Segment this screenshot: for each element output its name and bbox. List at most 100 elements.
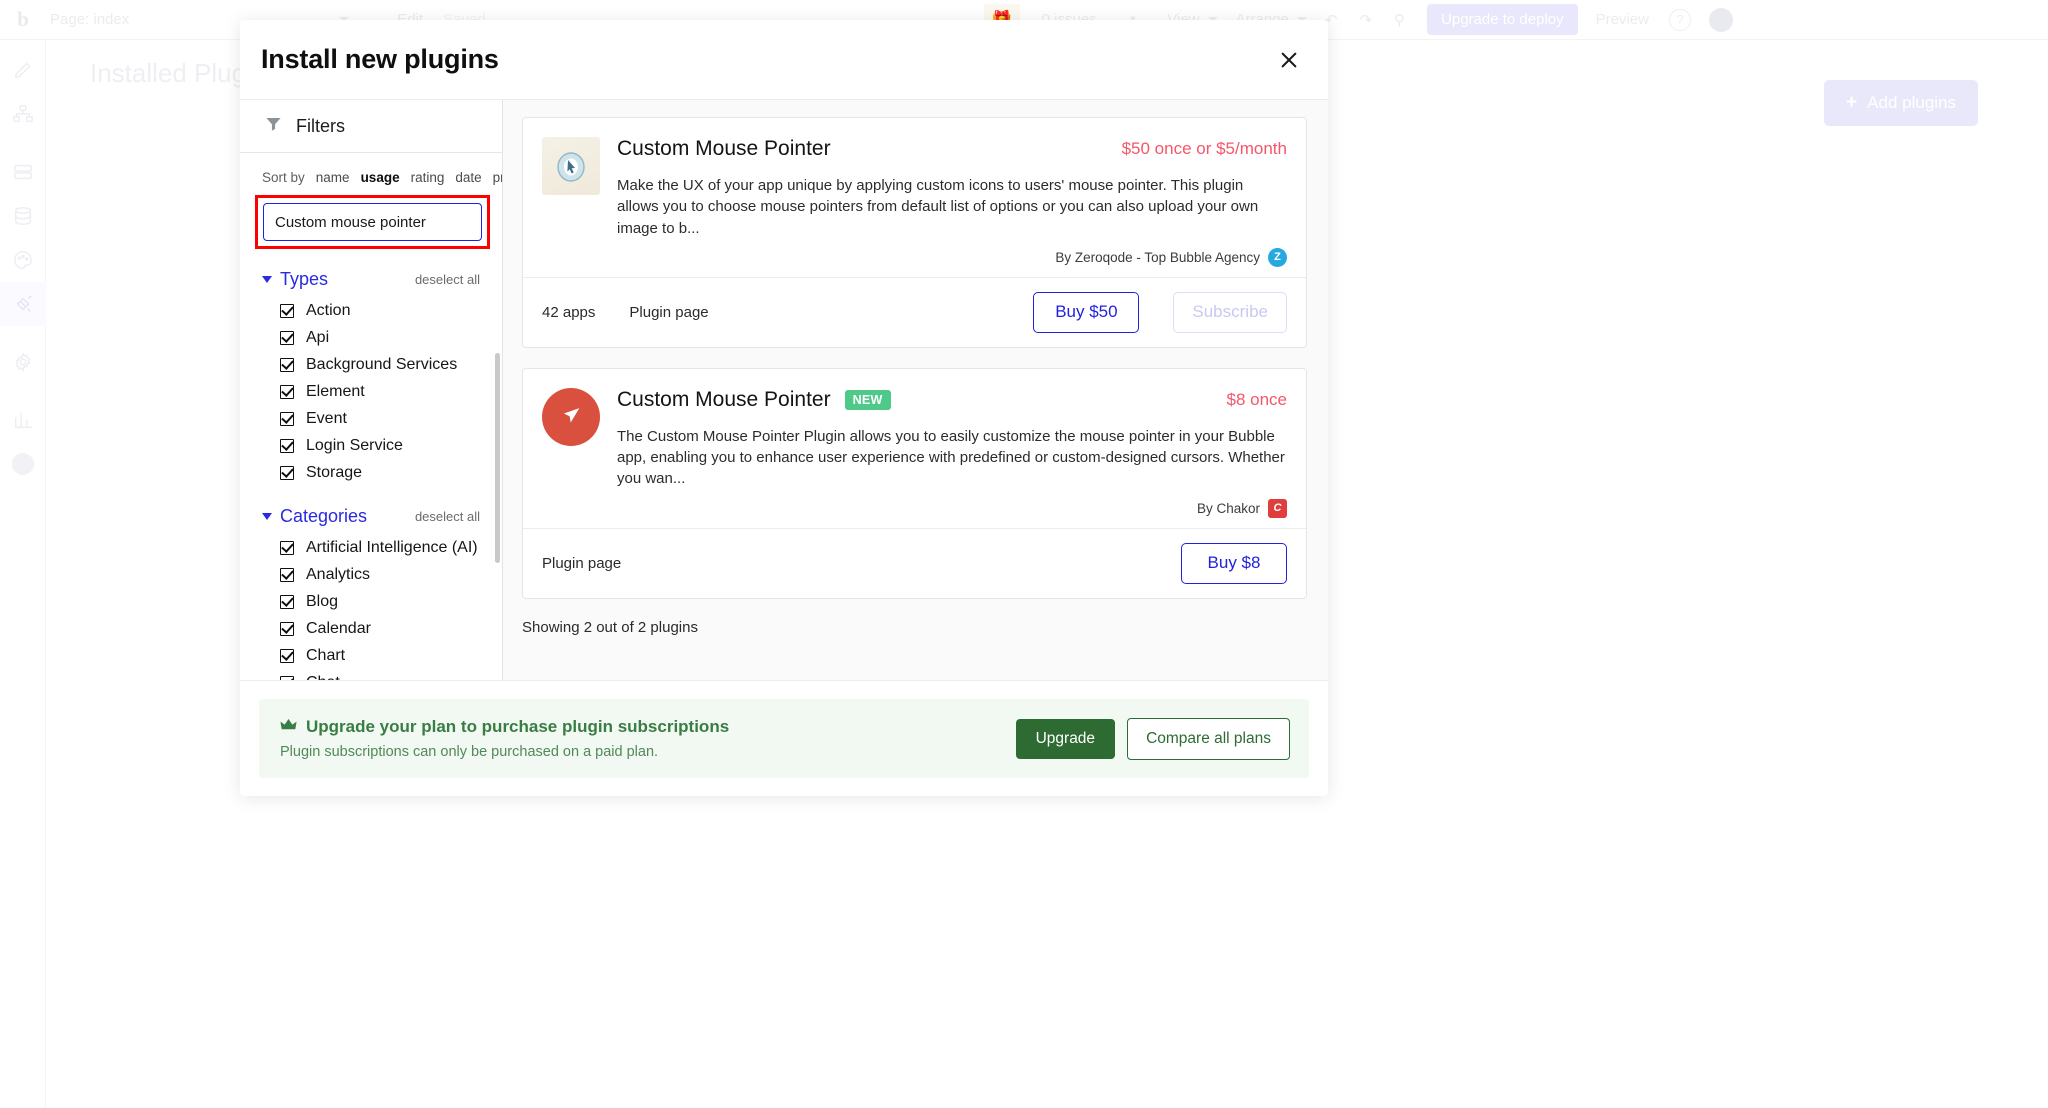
preview-button[interactable]: Preview xyxy=(1596,11,1649,28)
plugin-page-link[interactable]: Plugin page xyxy=(542,555,621,572)
checkbox-checked-icon[interactable] xyxy=(280,675,294,680)
plugin-price: $50 once or $5/month xyxy=(1121,139,1287,158)
results-pane: Custom Mouse Pointer $50 once or $5/mont… xyxy=(503,100,1328,680)
install-plugins-modal: Install new plugins Filters Sort by name… xyxy=(240,20,1328,796)
filter-checkbox-element[interactable]: Element xyxy=(262,378,502,405)
checkbox-checked-icon[interactable] xyxy=(280,330,294,345)
checkbox-checked-icon[interactable] xyxy=(280,303,294,318)
filter-checkbox-action[interactable]: Action xyxy=(262,297,502,324)
sidebar-item-styles[interactable] xyxy=(0,238,46,282)
buy-button[interactable]: Buy $50 xyxy=(1033,291,1140,333)
filter-group-header-categories: Categories deselect all xyxy=(262,506,502,527)
filter-checkbox-event[interactable]: Event xyxy=(262,405,502,432)
plugin-card[interactable]: Custom Mouse Pointer NEW $8 once The Cus… xyxy=(522,367,1307,599)
checkbox-checked-icon[interactable] xyxy=(280,438,294,453)
upgrade-to-deploy-button[interactable]: Upgrade to deploy xyxy=(1427,4,1578,35)
filter-group-title-types[interactable]: Types xyxy=(262,269,328,290)
plugin-card[interactable]: Custom Mouse Pointer $50 once or $5/mont… xyxy=(522,117,1307,348)
filter-checkbox-ai[interactable]: Artificial Intelligence (AI) xyxy=(262,534,502,561)
filter-checkbox-storage[interactable]: Storage xyxy=(262,459,502,486)
filter-checkbox-calendar[interactable]: Calendar xyxy=(262,615,502,642)
filter-label: Blog xyxy=(306,592,339,610)
sidebar-item-data[interactable] xyxy=(0,150,46,194)
filter-label: Action xyxy=(306,301,351,319)
plugin-description: The Custom Mouse Pointer Plugin allows y… xyxy=(617,427,1285,488)
caret-down-icon[interactable] xyxy=(262,276,272,283)
checkbox-checked-icon[interactable] xyxy=(280,411,294,426)
filter-group-header-types: Types deselect all xyxy=(262,269,502,290)
sort-option-rating[interactable]: rating xyxy=(411,170,445,185)
checkbox-checked-icon[interactable] xyxy=(280,357,294,372)
plugin-author-row: By Zeroqode - Top Bubble Agency Z xyxy=(617,247,1287,267)
filter-group-types: Types deselect all Action Api Background… xyxy=(240,269,502,486)
filter-label: Storage xyxy=(306,463,363,481)
plugin-card-top: Custom Mouse Pointer $50 once or $5/mont… xyxy=(523,118,1306,277)
rail-divider-3 xyxy=(0,384,45,398)
funnel-icon xyxy=(264,114,283,138)
sort-option-date[interactable]: date xyxy=(455,170,481,185)
filters-label: Filters xyxy=(296,115,345,136)
arrow-cursor-icon xyxy=(542,387,600,446)
redo-icon[interactable]: ↷ xyxy=(1359,11,1372,29)
filter-label: Event xyxy=(306,409,347,427)
filters-pane: Filters Sort by name usage rating date p… xyxy=(240,100,503,680)
deselect-all-categories[interactable]: deselect all xyxy=(415,509,480,524)
filters-scroll-area: Sort by name usage rating date price Ty xyxy=(240,153,502,680)
filter-checkbox-chart[interactable]: Chart xyxy=(262,642,502,669)
filter-checkbox-analytics[interactable]: Analytics xyxy=(262,561,502,588)
checkbox-checked-icon[interactable] xyxy=(280,384,294,399)
author-avatar-icon: C xyxy=(1268,498,1287,518)
sidebar-item-settings[interactable] xyxy=(0,340,46,384)
add-plugins-button[interactable]: + Add plugins xyxy=(1824,80,1978,126)
user-avatar-icon[interactable] xyxy=(1708,7,1733,32)
sort-option-usage[interactable]: usage xyxy=(361,170,400,185)
sidebar-item-workflow[interactable] xyxy=(0,92,46,136)
plugin-title-row: Custom Mouse Pointer NEW $8 once xyxy=(617,388,1287,412)
help-icon[interactable]: ? xyxy=(1668,8,1691,31)
plugin-page-link[interactable]: Plugin page xyxy=(629,304,708,321)
filter-checkbox-chat[interactable]: Chat xyxy=(262,669,502,680)
sort-option-name[interactable]: name xyxy=(316,170,350,185)
checkbox-checked-icon[interactable] xyxy=(280,567,294,582)
upgrade-button[interactable]: Upgrade xyxy=(1015,718,1116,759)
filter-checkbox-background-services[interactable]: Background Services xyxy=(262,351,502,378)
sidebar-item-account[interactable] xyxy=(0,442,46,486)
bubble-logo-icon[interactable]: b xyxy=(0,7,46,32)
filter-label: Chart xyxy=(306,646,346,664)
filter-checkbox-login-service[interactable]: Login Service xyxy=(262,432,502,459)
plugin-apps-count: 42 apps xyxy=(542,303,596,321)
checkbox-checked-icon[interactable] xyxy=(280,540,294,555)
sidebar-item-database[interactable] xyxy=(0,194,46,238)
plugin-card-main: Custom Mouse Pointer NEW $8 once The Cus… xyxy=(617,388,1287,518)
compare-all-plans-button[interactable]: Compare all plans xyxy=(1127,717,1290,760)
checkbox-checked-icon[interactable] xyxy=(280,594,294,609)
filter-checkbox-blog[interactable]: Blog xyxy=(262,588,502,615)
buy-button[interactable]: Buy $8 xyxy=(1181,542,1287,584)
filter-label: Background Services xyxy=(306,355,458,373)
sidebar-item-logs[interactable] xyxy=(0,398,46,442)
close-icon[interactable] xyxy=(1272,43,1306,77)
deselect-all-types[interactable]: deselect all xyxy=(415,272,480,287)
plugin-card-actions: 42 apps Plugin page Buy $50 Subscribe xyxy=(523,276,1306,347)
filters-scrollbar[interactable] xyxy=(495,353,500,563)
filter-label: Calendar xyxy=(306,619,371,637)
filter-checkbox-api[interactable]: Api xyxy=(262,324,502,351)
sort-option-price[interactable]: price xyxy=(493,170,502,185)
sidebar-item-plugins[interactable] xyxy=(0,282,46,326)
caret-down-icon[interactable] xyxy=(262,513,272,520)
subscribe-button[interactable]: Subscribe xyxy=(1173,291,1287,333)
rail-divider-2 xyxy=(0,326,45,340)
search-icon[interactable]: ⚲ xyxy=(1394,11,1405,29)
checkbox-checked-icon[interactable] xyxy=(280,621,294,636)
checkbox-checked-icon[interactable] xyxy=(280,648,294,663)
modal-title: Install new plugins xyxy=(261,44,499,74)
showing-count-label: Showing 2 out of 2 plugins xyxy=(522,618,698,636)
plugin-name[interactable]: Custom Mouse Pointer xyxy=(617,137,831,161)
left-nav-rail xyxy=(0,40,46,1108)
sidebar-item-design[interactable] xyxy=(0,48,46,92)
checkbox-checked-icon[interactable] xyxy=(280,465,294,480)
filter-group-title-categories[interactable]: Categories xyxy=(262,506,367,527)
page-selector-label[interactable]: Page: index xyxy=(50,11,129,28)
plugin-name[interactable]: Custom Mouse Pointer xyxy=(617,388,831,412)
search-input[interactable] xyxy=(263,203,482,241)
